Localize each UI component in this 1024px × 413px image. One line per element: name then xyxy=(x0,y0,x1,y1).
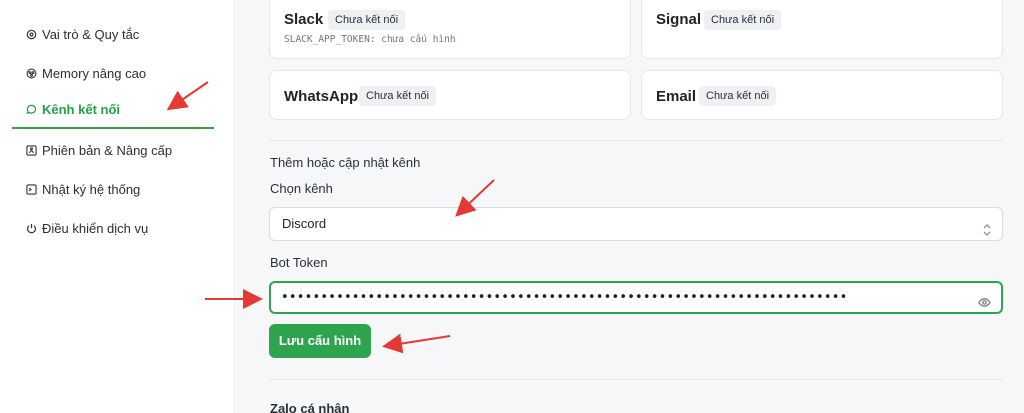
chat-bubble-icon xyxy=(26,104,37,115)
zalo-section-title: Zalo cá nhân xyxy=(270,401,350,413)
env-hint: SLACK_APP_TOKEN: chưa cấu hình xyxy=(284,34,456,45)
sidebar-item-label: Vai trò & Quy tắc xyxy=(42,26,140,42)
channel-card-whatsapp[interactable]: WhatsApp Chưa kết nối xyxy=(269,70,631,120)
channel-select-value: Discord xyxy=(282,216,327,231)
sidebar-item-label: Phiên bản & Nâng cấp xyxy=(42,142,173,158)
sidebar-item-label: Điều khiển dịch vụ xyxy=(42,220,149,236)
channel-card-slack[interactable]: Slack Chưa kết nối SLACK_APP_TOKEN: chưa… xyxy=(269,0,631,59)
channel-select-label: Chọn kênh xyxy=(270,181,333,196)
channel-name: WhatsApp xyxy=(284,88,359,105)
status-badge: Chưa kết nối xyxy=(328,10,406,30)
chevron-up-down-icon xyxy=(982,217,992,249)
role-icon xyxy=(26,29,37,40)
bot-token-input[interactable]: ••••••••••••••••••••••••••••••••••••••••… xyxy=(269,281,1003,314)
sidebar-item-logs[interactable]: Nhật ký hệ thống xyxy=(12,170,214,208)
sidebar-item-label: Nhật ký hệ thống xyxy=(42,181,141,197)
sidebar-item-versions[interactable]: Phiên bản & Nâng cấp xyxy=(12,131,214,169)
channel-card-signal[interactable]: Signal Chưa kết nối xyxy=(641,0,1003,59)
channel-form-section xyxy=(269,140,1003,380)
sidebar-item-memory[interactable]: Memory nâng cao xyxy=(12,54,214,92)
terminal-icon xyxy=(26,183,37,195)
status-badge: Chưa kết nối xyxy=(359,86,437,106)
sidebar-item-roles[interactable]: Vai trò & Quy tắc xyxy=(12,15,214,53)
channel-card-email[interactable]: Email Chưa kết nối xyxy=(641,70,1003,120)
sidebar: Vai trò & Quy tắc Memory nâng cao Kênh k… xyxy=(0,0,235,413)
status-badge: Chưa kết nối xyxy=(704,10,782,30)
channel-select[interactable]: Discord xyxy=(269,207,1003,241)
sidebar-item-label: Kênh kết nối xyxy=(42,101,121,117)
sidebar-item-service-control[interactable]: Điều khiển dịch vụ xyxy=(12,209,214,247)
channel-name: Signal xyxy=(656,11,702,28)
bot-token-value: ••••••••••••••••••••••••••••••••••••••••… xyxy=(281,290,848,305)
sidebar-item-channels[interactable]: Kênh kết nối xyxy=(12,91,214,129)
status-badge: Chưa kết nối xyxy=(699,86,777,106)
sidebar-item-label: Memory nâng cao xyxy=(42,65,147,81)
memory-icon xyxy=(26,68,37,79)
channel-name: Slack xyxy=(284,11,324,28)
upgrade-icon xyxy=(26,144,37,156)
bot-token-label: Bot Token xyxy=(270,255,328,270)
section-title: Thêm hoặc cập nhật kênh xyxy=(270,155,421,170)
channel-name: Email xyxy=(656,88,697,105)
power-icon xyxy=(26,223,37,234)
eye-icon[interactable] xyxy=(978,291,991,312)
save-config-button[interactable]: Lưu cấu hình xyxy=(269,324,371,358)
